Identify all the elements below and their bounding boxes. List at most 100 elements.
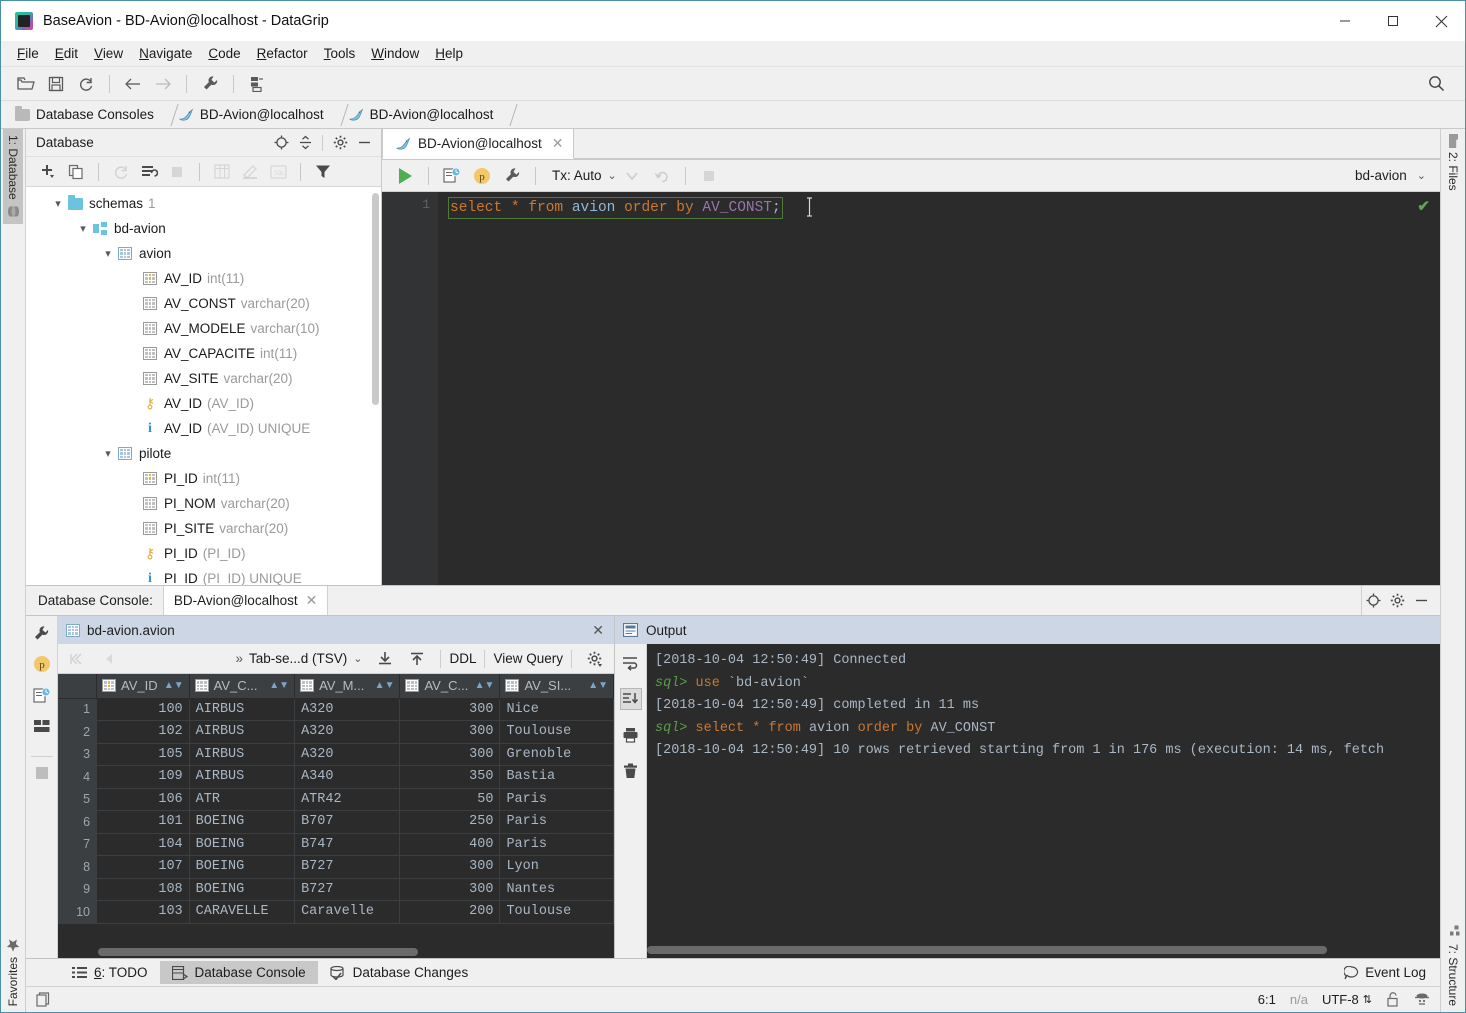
sort-indicator-icon[interactable]: ▲▼: [375, 680, 395, 691]
sql-statement[interactable]: select * from avion order by AV_CONST;: [448, 197, 783, 219]
query-history-icon[interactable]: [437, 163, 467, 189]
parameters-icon[interactable]: p: [467, 163, 497, 189]
memory-indicator-icon[interactable]: [36, 992, 51, 1007]
grid-cell[interactable]: Bastia: [500, 766, 614, 789]
print-icon[interactable]: [620, 724, 642, 746]
chevron-down-icon[interactable]: ⌄: [353, 652, 362, 665]
gear-icon[interactable]: [1386, 590, 1408, 612]
tree-node[interactable]: PI_IDint(11): [26, 466, 381, 491]
sidebar-item-database[interactable]: 1: Database: [3, 129, 23, 224]
tab-todo[interactable]: 6: TODO: [60, 961, 160, 984]
close-icon[interactable]: ✕: [592, 622, 604, 639]
grid-cell[interactable]: AIRBUS: [189, 743, 294, 766]
grid-cell[interactable]: ATR42: [295, 788, 400, 811]
output-console[interactable]: [2018-10-04 12:50:49] Connectedsql> use …: [647, 644, 1440, 958]
table-row[interactable]: 2102AIRBUSA320300Toulouse: [58, 721, 614, 744]
schema-selector[interactable]: bd-avion ⌄: [1355, 168, 1440, 183]
run-sql-script-icon[interactable]: [135, 159, 163, 185]
result-grid[interactable]: AV_ID▲▼AV_C...▲▼AV_M...▲▼AV_C...▲▼AV_SI.…: [58, 674, 614, 924]
result-tab[interactable]: bd-avion.avion: [66, 623, 175, 638]
grid-cell[interactable]: Toulouse: [500, 901, 614, 924]
inspection-hector-icon[interactable]: [1414, 992, 1430, 1007]
locate-target-icon[interactable]: [270, 132, 292, 154]
grid-cell[interactable]: BOEING: [189, 811, 294, 834]
hide-icon[interactable]: [1410, 590, 1432, 612]
add-plus-icon[interactable]: [34, 159, 62, 185]
caret-position[interactable]: 6:1: [1258, 992, 1276, 1007]
grid-column-header[interactable]: AV_M...▲▼: [295, 674, 400, 698]
chevron-icon[interactable]: ▾: [100, 447, 116, 460]
menu-help[interactable]: Help: [427, 43, 471, 64]
open-folder-icon[interactable]: [11, 71, 41, 97]
grid-cell[interactable]: Nice: [500, 698, 614, 721]
grid-cell[interactable]: Grenoble: [500, 743, 614, 766]
result-grid-wrapper[interactable]: AV_ID▲▼AV_C...▲▼AV_M...▲▼AV_C...▲▼AV_SI.…: [58, 674, 614, 958]
sidebar-item-favorites[interactable]: Favorites: [3, 932, 23, 1012]
grid-cell[interactable]: 109: [97, 766, 190, 789]
grid-cell[interactable]: Paris: [500, 833, 614, 856]
event-log-button[interactable]: Event Log: [1344, 965, 1440, 980]
grid-cell[interactable]: B727: [295, 878, 400, 901]
encoding-selector[interactable]: UTF-8 ⇅: [1322, 992, 1372, 1007]
grid-column-header[interactable]: AV_C...▲▼: [400, 674, 500, 698]
close-icon[interactable]: ✕: [552, 135, 564, 152]
menu-tools[interactable]: Tools: [316, 43, 364, 64]
database-tree[interactable]: ▾schemas1▾bd-avion▾avionAV_IDint(11)AV_C…: [26, 187, 381, 585]
table-row[interactable]: 4109AIRBUSA340350Bastia: [58, 766, 614, 789]
query-history-icon[interactable]: [31, 684, 53, 706]
grid-cell[interactable]: BOEING: [189, 833, 294, 856]
grid-cell[interactable]: ATR: [189, 788, 294, 811]
import-data-icon[interactable]: [370, 646, 400, 672]
tab-database-changes[interactable]: Database Changes: [318, 961, 481, 984]
gear-icon[interactable]: [580, 646, 610, 672]
grid-cell[interactable]: 104: [97, 833, 190, 856]
filter-icon[interactable]: [309, 159, 337, 185]
sync-refresh-icon[interactable]: [71, 71, 101, 97]
output-horizontal-scrollbar[interactable]: [647, 946, 1327, 954]
menu-edit[interactable]: Edit: [47, 43, 86, 64]
tree-node[interactable]: ⚷PI_ID(PI_ID): [26, 541, 381, 566]
soft-wrap-icon[interactable]: [620, 652, 642, 674]
tree-node[interactable]: PI_SITEvarchar(20): [26, 516, 381, 541]
menu-file[interactable]: File: [9, 43, 47, 64]
grid-cell[interactable]: 103: [97, 901, 190, 924]
tree-node[interactable]: AV_IDint(11): [26, 266, 381, 291]
tree-node[interactable]: ▾pilote: [26, 441, 381, 466]
grid-column-header[interactable]: AV_SI...▲▼: [500, 674, 614, 698]
copy-icon[interactable]: [62, 159, 90, 185]
grid-cell[interactable]: 350: [400, 766, 500, 789]
table-row[interactable]: 7104BOEINGB747400Paris: [58, 833, 614, 856]
code-area[interactable]: select * from avion order by AV_CONST; ✔: [438, 192, 1440, 585]
grid-cell[interactable]: A320: [295, 721, 400, 744]
inspection-status-icon[interactable]: ✔: [1417, 197, 1430, 215]
grid-cell[interactable]: 102: [97, 721, 190, 744]
run-play-icon[interactable]: [390, 163, 420, 189]
grid-horizontal-scrollbar[interactable]: [98, 948, 418, 956]
locate-target-icon[interactable]: [1362, 590, 1384, 612]
close-button[interactable]: [1417, 1, 1465, 41]
parameters-p-icon[interactable]: p: [31, 653, 53, 675]
table-row[interactable]: 5106ATRATR4250Paris: [58, 788, 614, 811]
grid-cell[interactable]: Lyon: [500, 856, 614, 879]
grid-cell[interactable]: A340: [295, 766, 400, 789]
wrench-icon[interactable]: [31, 622, 53, 644]
grid-cell[interactable]: Caravelle: [295, 901, 400, 924]
grid-cell[interactable]: B727: [295, 856, 400, 879]
data-source-properties-icon[interactable]: [497, 163, 527, 189]
line-separator[interactable]: n/a: [1290, 992, 1308, 1007]
view-query-button[interactable]: View Query: [493, 651, 563, 666]
data-source-properties-icon[interactable]: [242, 71, 272, 97]
back-arrow-icon[interactable]: [118, 71, 148, 97]
settings-wrench-icon[interactable]: [195, 71, 225, 97]
grid-cell[interactable]: AIRBUS: [189, 698, 294, 721]
tree-node[interactable]: ▾bd-avion: [26, 216, 381, 241]
grid-cell[interactable]: 100: [97, 698, 190, 721]
grid-cell[interactable]: 50: [400, 788, 500, 811]
gear-icon[interactable]: [329, 132, 351, 154]
tab-bd-avion-localhost[interactable]: BD-Avion@localhost ✕: [382, 128, 574, 159]
tree-node[interactable]: ⚷AV_ID(AV_ID): [26, 391, 381, 416]
grid-cell[interactable]: 101: [97, 811, 190, 834]
grid-cell[interactable]: B707: [295, 811, 400, 834]
table-row[interactable]: 9108BOEINGB727300Nantes: [58, 878, 614, 901]
minimize-button[interactable]: [1321, 1, 1369, 41]
